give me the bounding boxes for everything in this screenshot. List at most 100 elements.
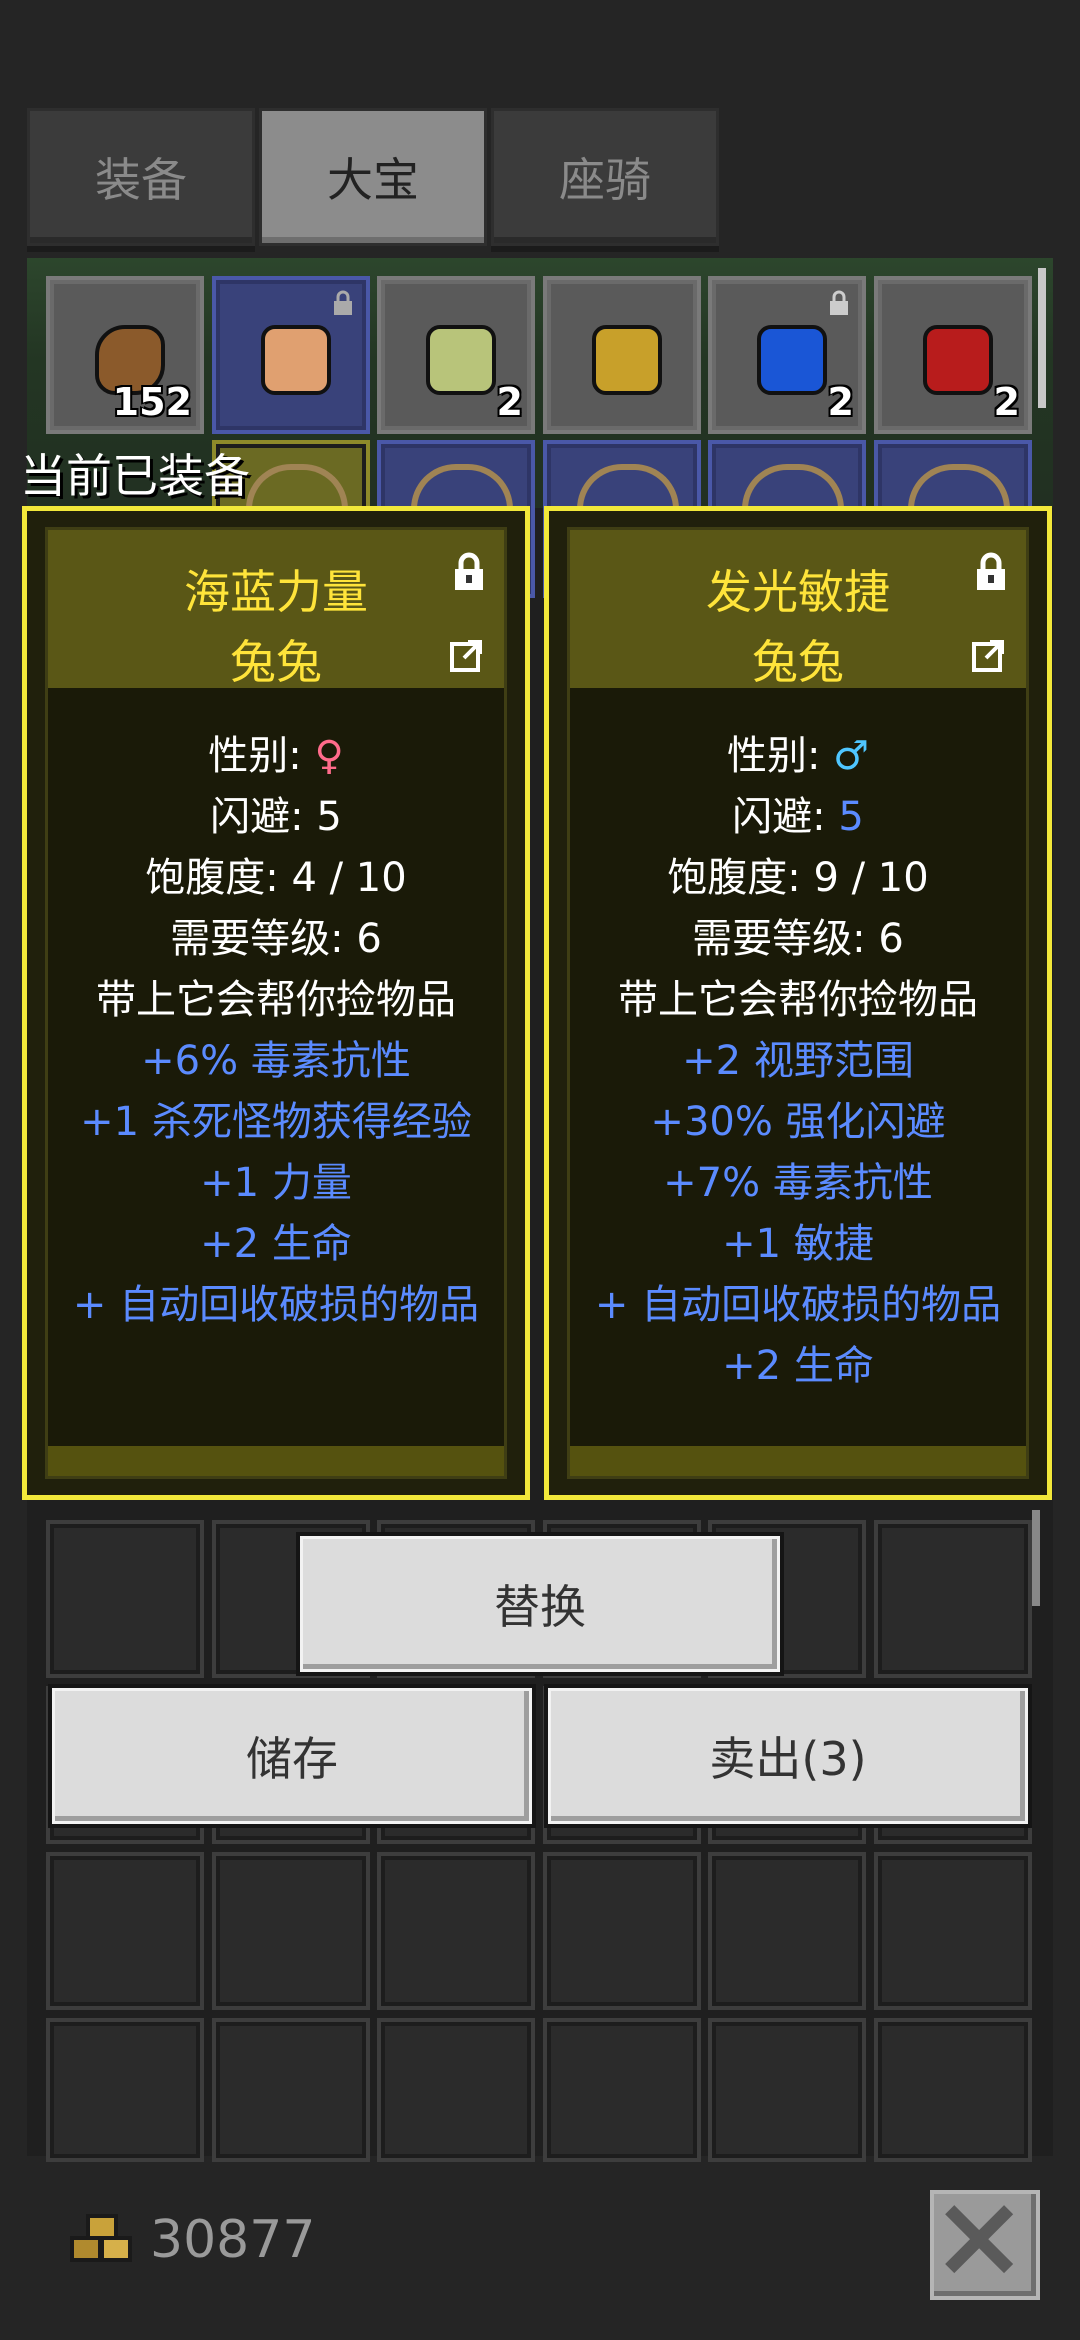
tab-label: 座骑 — [559, 153, 651, 207]
inventory-slot[interactable] — [543, 1852, 701, 2010]
ring-icon — [411, 464, 513, 510]
inventory-slot[interactable] — [377, 2018, 535, 2162]
bonus-row: +1 杀死怪物获得经验 — [80, 1099, 472, 1145]
card-footer — [570, 1446, 1026, 1476]
bonus-row: + 自动回收破损的物品 — [594, 1282, 1002, 1328]
level-row: 需要等级: 6 — [692, 916, 904, 962]
gender-row: 性别: ♂ — [570, 726, 1026, 787]
inventory-slot[interactable] — [708, 1852, 866, 2010]
open-external-icon[interactable] — [450, 638, 484, 672]
lower-scrollbar[interactable] — [1032, 1510, 1040, 1606]
dodge-row: 闪避: 5 — [570, 787, 1026, 848]
inventory-slot[interactable] — [708, 2018, 866, 2162]
satiety-row: 饱腹度: 4 / 10 — [145, 855, 407, 901]
blue-gem-icon — [757, 325, 827, 395]
gold-pet-icon — [592, 325, 662, 395]
pet-species: 兔兔 — [752, 635, 844, 689]
slot-quantity: 152 — [112, 380, 192, 424]
bonus-row: +2 视野范围 — [682, 1038, 914, 1084]
inventory-slot[interactable]: 2 — [874, 276, 1032, 434]
close-button[interactable] — [930, 2190, 1040, 2300]
bonus-row: +30% 强化闪避 — [650, 1099, 946, 1145]
pet-stats: 性别: ♀ 闪避: 5 饱腹度: 4 / 10 需要等级: 6 带上它会帮你捡物… — [48, 726, 504, 1336]
store-button[interactable]: 储存 — [52, 1688, 532, 1824]
slot-quantity: 2 — [827, 380, 854, 424]
red-gem-icon — [923, 325, 993, 395]
bonus-row: +7% 毒素抗性 — [663, 1160, 933, 1206]
card-inner: 海蓝力量 兔兔 性别: ♀ 闪避: 5 饱腹度: 4 / 10 需要等级: 6 … — [45, 527, 507, 1479]
gold-coins-icon — [70, 2214, 132, 2262]
equipped-label: 当前已装备 — [20, 449, 250, 503]
tab-label: 大宝 — [327, 153, 419, 207]
bonus-row: + 自动回收破损的物品 — [72, 1282, 480, 1328]
pet-stats: 性别: ♂ 闪避: 5 饱腹度: 9 / 10 需要等级: 6 带上它会帮你捡物… — [570, 726, 1026, 1397]
open-external-icon[interactable] — [972, 638, 1006, 672]
gender-label: 性别: — [726, 733, 834, 779]
sell-label: 卖出(3) — [709, 1732, 867, 1786]
inventory-slot[interactable] — [46, 2018, 204, 2162]
inventory-slot[interactable] — [543, 2018, 701, 2162]
inventory-scrollbar[interactable] — [1038, 268, 1046, 408]
description-row: 带上它会帮你捡物品 — [618, 977, 978, 1023]
sell-button[interactable]: 卖出(3) — [548, 1688, 1028, 1824]
inventory-slot[interactable] — [212, 2018, 370, 2162]
bonus-row: +1 力量 — [200, 1160, 352, 1206]
card-inner: 发光敏捷 兔兔 性别: ♂ 闪避: 5 饱腹度: 9 / 10 需要等级: 6 … — [567, 527, 1029, 1479]
inventory-slot[interactable] — [874, 1520, 1032, 1678]
male-icon: ♂ — [833, 733, 870, 779]
ring-icon — [908, 464, 1010, 510]
ring-icon — [246, 464, 348, 510]
pet-species: 兔兔 — [230, 635, 322, 689]
satiety-row: 饱腹度: 9 / 10 — [667, 855, 929, 901]
green-pet-icon — [426, 325, 496, 395]
inventory-slot[interactable] — [46, 1520, 204, 1678]
gender-row: 性别: ♀ — [48, 726, 504, 787]
bonus-row: +2 生命 — [722, 1343, 874, 1389]
inventory-slot[interactable] — [874, 2018, 1032, 2162]
lock-icon[interactable] — [452, 552, 486, 592]
dodge-label: 闪避: — [732, 794, 839, 840]
dodge-label: 闪避: — [210, 794, 317, 840]
tab-label: 装备 — [95, 153, 187, 207]
female-icon: ♀ — [314, 733, 344, 779]
replace-label: 替换 — [494, 1580, 586, 1634]
dodge-row: 闪避: 5 — [48, 787, 504, 848]
inventory-slot[interactable] — [377, 1852, 535, 2010]
level-row: 需要等级: 6 — [170, 916, 382, 962]
bonus-row: +2 生命 — [200, 1221, 352, 1267]
inventory-slot[interactable]: 2 — [708, 276, 866, 434]
lock-icon — [830, 290, 848, 315]
inventory-slot[interactable] — [212, 1852, 370, 2010]
dodge-value: 5 — [316, 794, 342, 840]
pet-egg-icon — [261, 325, 331, 395]
description-row: 带上它会帮你捡物品 — [96, 977, 456, 1023]
inventory-slot[interactable] — [212, 276, 370, 434]
lock-icon — [334, 290, 352, 315]
tab-pets[interactable]: 大宝 — [259, 108, 487, 246]
bonus-row: +1 敏捷 — [722, 1221, 874, 1267]
close-icon — [945, 2205, 1014, 2274]
inventory-slot[interactable]: 152 — [46, 276, 204, 434]
inventory-slot[interactable]: 2 — [377, 276, 535, 434]
slot-quantity: 2 — [496, 380, 523, 424]
gender-label: 性别: — [208, 733, 315, 779]
tab-mounts[interactable]: 座骑 — [491, 108, 719, 246]
inventory-slot[interactable] — [46, 1852, 204, 2010]
card-footer — [48, 1446, 504, 1476]
gold-amount: 30877 — [150, 2210, 316, 2270]
slot-quantity: 2 — [993, 380, 1020, 424]
dodge-value: 5 — [838, 794, 864, 840]
selected-pet-card: 发光敏捷 兔兔 性别: ♂ 闪避: 5 饱腹度: 9 / 10 需要等级: 6 … — [544, 506, 1052, 1500]
equipped-pet-card: 海蓝力量 兔兔 性别: ♀ 闪避: 5 饱腹度: 4 / 10 需要等级: 6 … — [22, 506, 530, 1500]
inventory-slot[interactable] — [543, 276, 701, 434]
ring-icon — [577, 464, 679, 510]
store-label: 储存 — [246, 1732, 338, 1786]
ring-icon — [742, 464, 844, 510]
inventory-slot[interactable] — [874, 1852, 1032, 2010]
lock-icon[interactable] — [974, 552, 1008, 592]
tab-equipment[interactable]: 装备 — [27, 108, 255, 246]
pet-title: 发光敏捷 — [706, 565, 890, 619]
bonus-row: +6% 毒素抗性 — [141, 1038, 411, 1084]
pet-title: 海蓝力量 — [184, 565, 368, 619]
replace-button[interactable]: 替换 — [300, 1536, 780, 1672]
